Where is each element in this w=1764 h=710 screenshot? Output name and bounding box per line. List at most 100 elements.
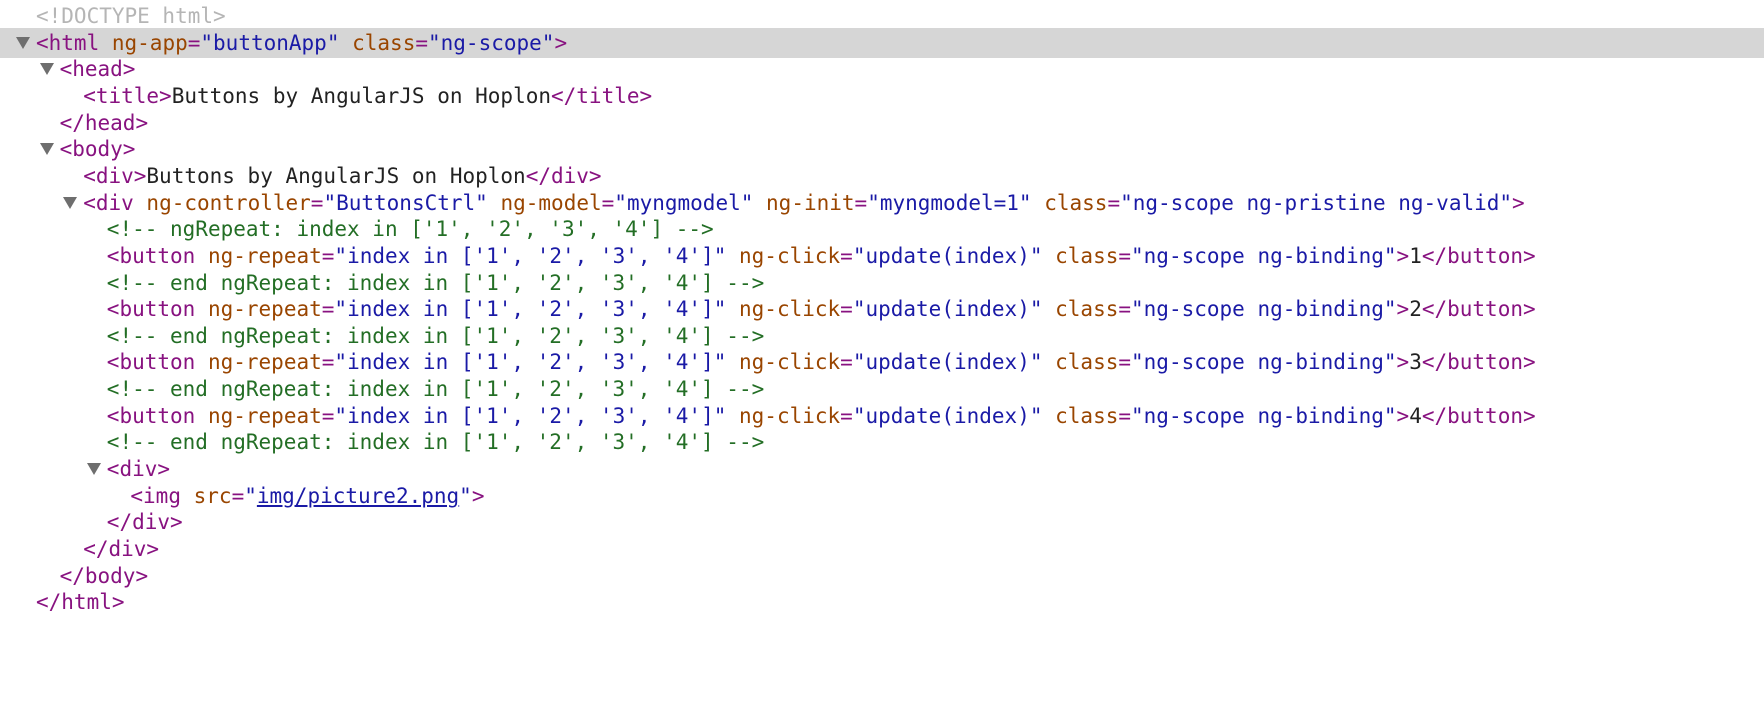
dom-tree-node[interactable]: <html ng-app="buttonApp" class="ng-scope…	[0, 27, 1764, 58]
attribute-value: "update(index)"	[852, 350, 1043, 375]
tag-token	[195, 297, 208, 321]
attribute-name: ng-controller	[146, 190, 311, 215]
tag-token: =	[840, 297, 853, 322]
doctype-node: <!DOCTYPE html>	[36, 4, 226, 28]
attribute-value: "myngmodel=1"	[867, 190, 1032, 215]
attribute-value: "index in ['1', '2', '3', '4']"	[334, 350, 727, 375]
attribute-name: ng-click	[739, 350, 841, 375]
attribute-value: "update(index)"	[852, 403, 1043, 428]
tag-token: <div>	[83, 163, 147, 188]
dom-tree-node[interactable]: </div>	[0, 534, 1764, 564]
tag-token: =	[840, 243, 853, 268]
attribute-name: ng-click	[739, 297, 841, 322]
tag-token: <button	[106, 243, 196, 268]
attribute-value: "ng-scope ng-pristine ng-valid"	[1120, 190, 1513, 215]
tag-token	[1042, 350, 1055, 374]
tag-token: </head>	[59, 110, 149, 135]
tag-token: >	[471, 483, 485, 508]
text-node: 2	[1409, 297, 1422, 322]
dom-tree-node[interactable]: <div ng-controller="ButtonsCtrl" ng-mode…	[0, 188, 1764, 218]
attribute-name: class	[1055, 403, 1119, 428]
attribute-value: "ng-scope ng-binding"	[1131, 243, 1397, 268]
text-node: 4	[1409, 403, 1422, 428]
attribute-value: "ng-scope ng-binding"	[1131, 403, 1397, 428]
tag-token: </html>	[36, 590, 125, 615]
comment-node: <!-- end ngRepeat: index in ['1', '2', '…	[106, 270, 765, 295]
tag-token: =	[854, 190, 868, 215]
dom-tree-node[interactable]: <img src="img/picture2.png">	[0, 481, 1764, 511]
dom-tree-node[interactable]: <body>	[0, 134, 1764, 164]
attribute-value: "ButtonsCtrl"	[323, 190, 488, 215]
dom-tree-node[interactable]: </body>	[0, 561, 1764, 591]
dom-tree-node[interactable]: <div>Buttons by AngularJS on Hoplon</div…	[0, 161, 1764, 191]
tag-token	[726, 297, 739, 321]
attribute-name: class	[1044, 190, 1108, 215]
triangle-down-icon[interactable]	[63, 196, 78, 209]
tag-token	[726, 350, 739, 374]
tag-token: >	[1396, 297, 1410, 322]
tag-token: =	[840, 350, 853, 375]
attribute-name: src	[193, 483, 232, 508]
tag-token: =	[321, 350, 335, 375]
attribute-value: "update(index)"	[852, 243, 1043, 268]
attribute-value: "ng-scope ng-binding"	[1131, 350, 1397, 375]
attribute-value: "ng-scope"	[428, 30, 555, 55]
attribute-name: ng-model	[500, 190, 602, 215]
tag-token: <div>	[106, 457, 171, 482]
text-node: Buttons by AngularJS on Hoplon	[146, 163, 526, 188]
dom-tree-node[interactable]: <!-- ngRepeat: index in ['1', '2', '3', …	[0, 214, 1764, 244]
dom-elements-tree[interactable]: <!DOCTYPE html> <html ng-app="buttonApp" …	[0, 0, 1764, 710]
tag-token: =	[1118, 243, 1132, 268]
dom-tree-node[interactable]: <head>	[0, 54, 1764, 84]
tag-token	[726, 244, 739, 268]
tag-token: >	[1396, 403, 1410, 428]
tag-token	[753, 191, 766, 215]
tag-token: >	[554, 30, 568, 55]
attribute-name: ng-click	[739, 243, 841, 268]
tag-token: =	[321, 297, 335, 322]
dom-tree-node[interactable]: <title>Buttons by AngularJS on Hoplon</t…	[0, 81, 1764, 111]
tag-token: =	[601, 190, 615, 215]
dom-tree-node[interactable]: </head>	[0, 108, 1764, 138]
attribute-value: "	[459, 483, 472, 508]
attribute-name: ng-app	[111, 30, 188, 55]
tag-token: =	[321, 403, 335, 428]
text-node: 3	[1409, 350, 1422, 375]
tag-token	[726, 404, 739, 428]
attribute-value: "	[244, 483, 257, 508]
attribute-value: "index in ['1', '2', '3', '4']"	[334, 297, 727, 322]
dom-tree-node[interactable]: </html>	[0, 587, 1764, 617]
tag-token: =	[310, 190, 324, 215]
tag-token: >	[1512, 190, 1525, 215]
attribute-value: "myngmodel"	[614, 190, 754, 215]
attribute-name: ng-repeat	[207, 297, 322, 322]
tag-token: <button	[106, 403, 196, 428]
attribute-name: ng-repeat	[207, 350, 322, 375]
triangle-down-icon[interactable]	[39, 63, 54, 76]
tag-token	[195, 244, 208, 268]
dom-tree-node[interactable]: </div>	[0, 507, 1764, 537]
dom-tree-node[interactable]: <button ng-repeat="index in ['1', '2', '…	[0, 347, 1764, 377]
dom-tree-node[interactable]: <!-- end ngRepeat: index in ['1', '2', '…	[0, 374, 1764, 404]
dom-tree-node[interactable]: <!-- end ngRepeat: index in ['1', '2', '…	[0, 321, 1764, 351]
tag-token: =	[415, 30, 428, 55]
dom-tree-node[interactable]: <!-- end ngRepeat: index in ['1', '2', '…	[0, 268, 1764, 298]
dom-tree-node[interactable]: <div>	[0, 454, 1764, 484]
dom-tree-node[interactable]: <button ng-repeat="index in ['1', '2', '…	[0, 241, 1764, 271]
triangle-down-icon[interactable]	[39, 143, 54, 156]
text-node: 1	[1409, 243, 1422, 268]
triangle-down-icon[interactable]	[16, 36, 30, 49]
dom-tree-node[interactable]: <button ng-repeat="index in ['1', '2', '…	[0, 401, 1764, 431]
tag-token: =	[321, 243, 335, 268]
dom-tree-node[interactable]: <!-- end ngRepeat: index in ['1', '2', '…	[0, 427, 1764, 457]
tag-token: <button	[106, 350, 196, 375]
tag-token	[181, 484, 194, 508]
dom-tree-node[interactable]: <button ng-repeat="index in ['1', '2', '…	[0, 294, 1764, 324]
resource-link[interactable]: img/picture2.png	[257, 484, 459, 508]
triangle-down-icon[interactable]	[86, 463, 101, 476]
text-node: Buttons by AngularJS on Hoplon	[171, 83, 551, 108]
tag-token: =	[187, 30, 201, 55]
tag-token	[195, 404, 208, 428]
dom-tree-node[interactable]: <!DOCTYPE html>	[0, 1, 1764, 31]
tag-token: =	[1118, 297, 1132, 322]
